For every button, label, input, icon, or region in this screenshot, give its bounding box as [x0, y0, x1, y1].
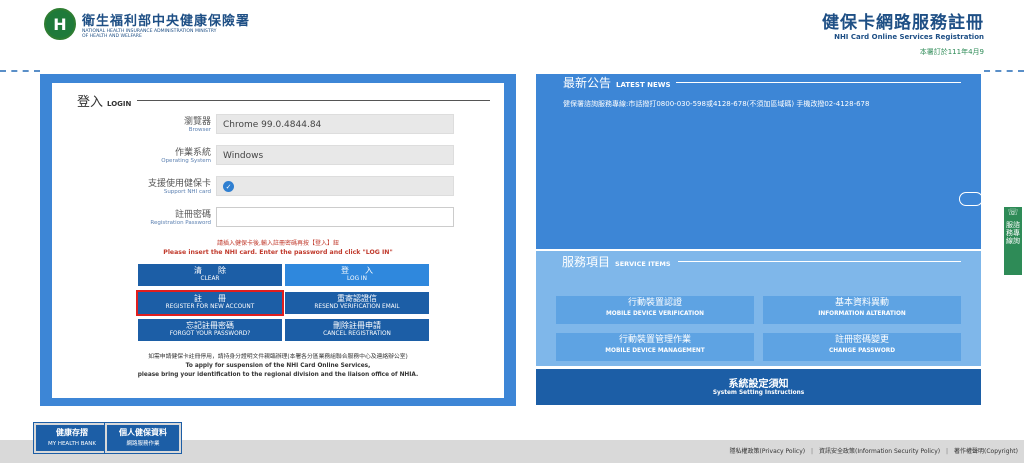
login-heading: 登入 LOGIN	[77, 95, 132, 110]
divider	[676, 82, 961, 83]
suspension-note: 如需申請健保卡註冊停用，請持身分證明文件親臨辦理(本署各分區業務組聯合服務中心及…	[137, 354, 419, 378]
scroll-handle[interactable]	[959, 192, 983, 206]
copyright-link[interactable]: 著作權聲明(Copyright)	[954, 448, 1018, 455]
site-title-zh: 健保卡網路服務註冊	[822, 13, 984, 33]
system-settings-button[interactable]: 系統設定須知 System Setting Instructions	[536, 369, 981, 405]
my-health-bank-button[interactable]: 健康存摺 MY HEALTH BANK	[33, 422, 111, 454]
site-title: 健保卡網路服務註冊 NHI Card Online Services Regis…	[822, 8, 984, 41]
password-label: 註冊密碼 Registration Password	[150, 210, 211, 226]
divider	[0, 70, 40, 72]
mobile-device-management-button[interactable]: 行動裝置管理作業 MOBILE DEVICE MANAGEMENT	[556, 333, 754, 361]
cancel-registration-button[interactable]: 刪除註冊申請 CANCEL REGISTRATION	[285, 319, 429, 341]
personal-nhi-data-button[interactable]: 個人健保資料 網路服務作業	[104, 422, 182, 454]
register-button[interactable]: 註 冊 REGISTER FOR NEW ACCOUNT	[136, 290, 284, 316]
change-password-button[interactable]: 註冊密碼變更 CHANGE PASSWORD	[763, 333, 961, 361]
login-panel: 登入 LOGIN 瀏覽器 Browser Chrome 99.0.4844.84…	[52, 83, 504, 398]
nhi-logo[interactable]: H 衛生福利部中央健康保險署 NATIONAL HEALTH INSURANCE…	[44, 8, 250, 40]
os-field: Windows	[216, 145, 454, 165]
news-heading: 最新公告 LATEST NEWS	[563, 76, 671, 90]
forgot-password-button[interactable]: 忘記註冊密碼 FORGOT YOUR PASSWORD?	[138, 319, 282, 341]
divider	[137, 100, 490, 101]
os-label: 作業系統 Operating System	[161, 148, 211, 164]
divider	[984, 70, 1024, 72]
mobile-device-verification-button[interactable]: 行動裝置認證 MOBILE DEVICE VERIFICATION	[556, 296, 754, 324]
password-row: 註冊密碼 Registration Password	[52, 207, 504, 229]
page: H 衛生福利部中央健康保險署 NATIONAL HEALTH INSURANCE…	[0, 0, 1024, 463]
login-button[interactable]: 登 入 LOG IN	[285, 264, 429, 286]
clear-button[interactable]: 清 除 CLEAR	[138, 264, 282, 286]
site-title-en: NHI Card Online Services Registration	[834, 33, 984, 41]
browser-row: 瀏覽器 Browser Chrome 99.0.4844.84	[52, 114, 504, 136]
browser-field: Chrome 99.0.4844.84	[216, 114, 454, 134]
org-name: 衛生福利部中央健康保險署	[82, 13, 251, 29]
nhi-logo-icon: H	[44, 8, 76, 40]
resend-verification-button[interactable]: 重寄認證信 RESEND VERIFICATION EMAIL	[285, 292, 429, 314]
os-row: 作業系統 Operating System Windows	[52, 145, 504, 167]
nhi-card-row: 支援使用健保卡 Support NHI card ✓	[52, 176, 504, 198]
service-hotline-tab[interactable]: ☏ 服諮務專線詢	[1004, 207, 1022, 275]
browser-label: 瀏覽器 Browser	[183, 117, 211, 133]
news-item[interactable]: 健保署諮詢服務專線:市話撥打0800-030-598或4128-678(不須加區…	[563, 99, 869, 109]
divider	[678, 261, 961, 262]
services-heading: 服務項目 SERVICE ITEMS	[562, 255, 671, 269]
password-input[interactable]	[216, 207, 454, 227]
phone-icon: ☏	[1007, 208, 1019, 218]
information-alteration-button[interactable]: 基本資料異動 INFORMATION ALTERATION	[763, 296, 961, 324]
news-panel: 最新公告 LATEST NEWS 健保署諮詢服務專線:市話撥打0800-030-…	[536, 74, 983, 249]
revised-notice[interactable]: 本署訂於111年4月9	[920, 47, 984, 57]
privacy-policy-link[interactable]: 隱私權政策(Privacy Policy)	[730, 448, 806, 455]
org-name-en-2: OF HEALTH AND WELFARE	[82, 33, 142, 39]
footer-links: 隱私權政策(Privacy Policy) | 資訊安全政策(Informati…	[729, 448, 1018, 455]
nhi-card-label: 支援使用健保卡 Support NHI card	[147, 179, 211, 195]
nhi-card-field: ✓	[216, 176, 454, 196]
insert-card-tip: 請插入健保卡後,輸入註冊密碼再按【登入】鈕 Please insert the …	[163, 240, 393, 256]
check-icon: ✓	[223, 181, 234, 192]
security-policy-link[interactable]: 資訊安全政策(Information Security Policy)	[819, 448, 940, 455]
services-panel: 服務項目 SERVICE ITEMS 行動裝置認證 MOBILE DEVICE …	[536, 251, 981, 366]
